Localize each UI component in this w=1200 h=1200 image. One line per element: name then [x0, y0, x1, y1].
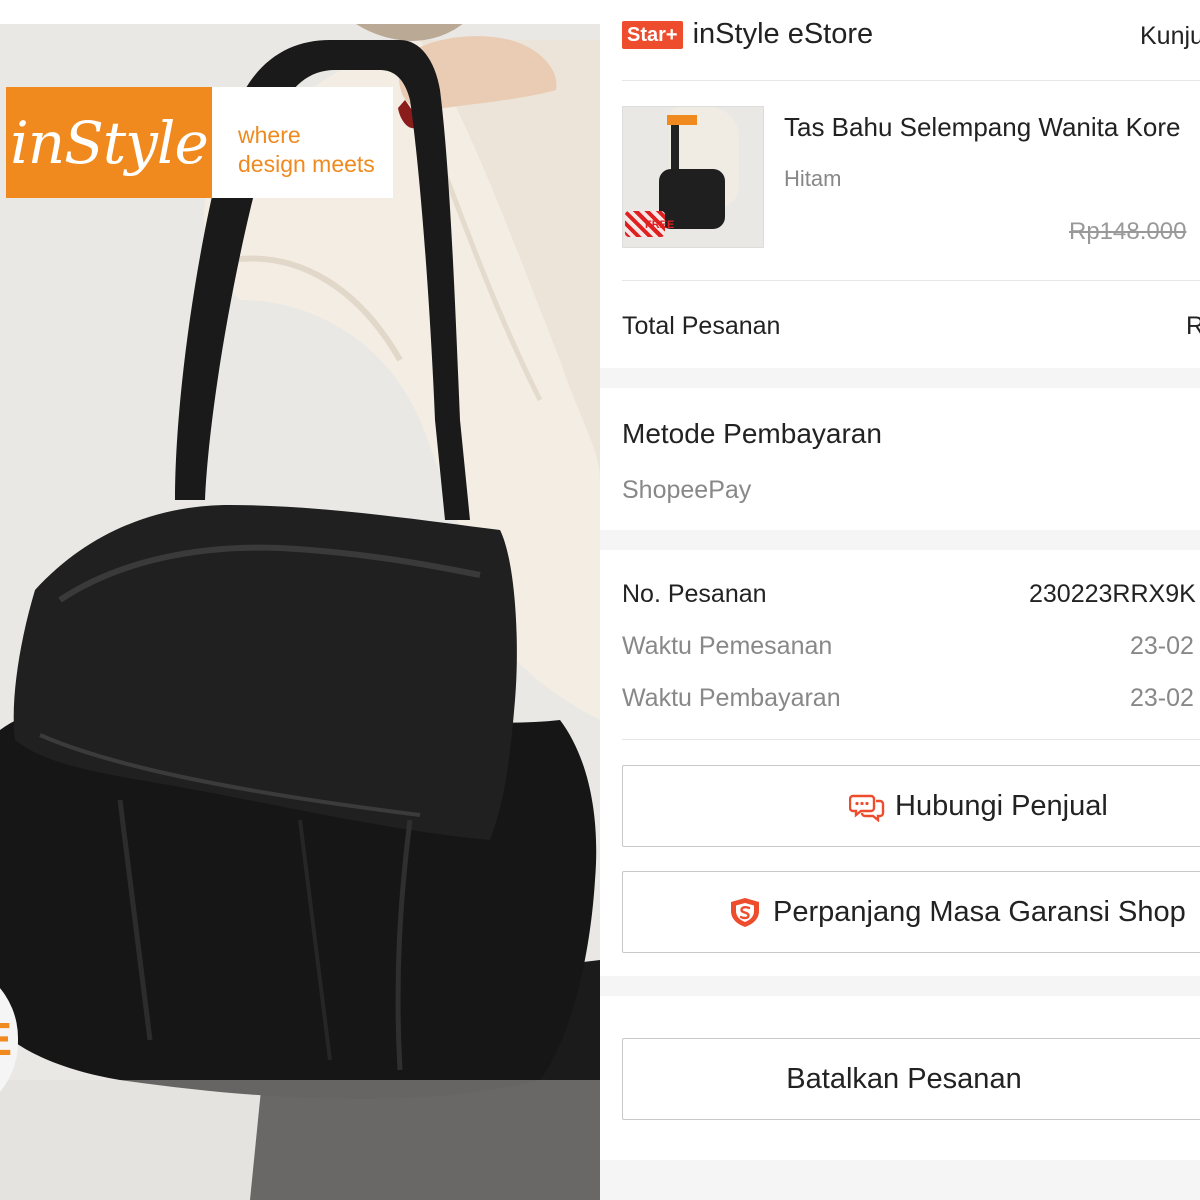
gift-text: FREE — [645, 219, 675, 231]
photo-top-strip — [0, 0, 600, 24]
payment-method-title: Metode Pembayaran — [622, 418, 882, 449]
thumb-logo — [667, 115, 697, 125]
extend-warranty-label: Perpanjang Masa Garansi Shop — [773, 895, 1186, 928]
contact-seller-label: Hubungi Penjual — [895, 789, 1108, 822]
payment-method-value: ShopeePay — [622, 476, 752, 504]
order-number-value: 230223RRX9K — [1029, 580, 1196, 608]
extend-warranty-button-content: Perpanjang Masa Garansi Shop — [727, 896, 1186, 929]
product-name[interactable]: Tas Bahu Selempang Wanita Kore — [784, 112, 1181, 143]
product-thumbnail[interactable]: FREE — [622, 106, 764, 248]
divider — [622, 280, 1200, 281]
star-plus-badge: Star+ — [622, 20, 683, 49]
divider — [622, 739, 1200, 740]
total-value: R — [1186, 312, 1200, 340]
cancel-order-button[interactable]: Batalkan Pesanan — [622, 1038, 1200, 1120]
product-variant: Hitam — [784, 166, 842, 191]
original-price: Rp148.000 — [1069, 218, 1187, 245]
brand-banner: inStyle where design meets — [6, 87, 393, 198]
shop-name[interactable]: inStyle eStore — [693, 18, 874, 51]
order-number-label: No. Pesanan — [622, 580, 767, 608]
brand-tagline-line1: where — [238, 122, 301, 148]
payment-time-label: Waktu Pembayaran — [622, 684, 841, 712]
extend-warranty-button[interactable]: Perpanjang Masa Garansi Shop — [622, 871, 1200, 953]
order-info-card: No. Pesanan 230223RRX9K Waktu Pemesanan … — [600, 550, 1200, 976]
payment-card: Metode Pembayaran ShopeePay — [600, 388, 1200, 530]
shop-card: Star+ inStyle eStore Kunju FREE Tas Bahu… — [600, 0, 1200, 368]
cancel-order-card: Batalkan Pesanan — [600, 996, 1200, 1160]
order-time-label: Waktu Pemesanan — [622, 632, 833, 660]
chat-bubbles-icon — [849, 794, 885, 822]
thumb-strap — [671, 117, 679, 177]
contact-seller-button[interactable]: Hubungi Penjual — [622, 765, 1200, 847]
contact-seller-button-content: Hubungi Penjual — [849, 790, 1108, 823]
shop-header[interactable]: Star+ inStyle eStore — [622, 18, 873, 51]
shield-icon — [731, 898, 759, 927]
total-label: Total Pesanan — [622, 312, 781, 340]
product-photo: inStyle where design meets E — [0, 0, 600, 1200]
brand-tagline-line2: design meets — [238, 151, 375, 177]
order-time-value: 23-02 — [1130, 632, 1194, 660]
gift-icon: FREE — [625, 205, 675, 245]
brand-logo: inStyle — [6, 87, 212, 198]
divider — [622, 80, 1200, 81]
brand-tagline: where design meets — [212, 87, 393, 198]
payment-time-value: 23-02 — [1130, 684, 1194, 712]
order-detail-panel: Star+ inStyle eStore Kunju FREE Tas Bahu… — [600, 0, 1200, 1200]
visit-shop-link[interactable]: Kunju — [1140, 22, 1200, 51]
promo-badge-letter: E — [0, 1012, 12, 1066]
cancel-order-label: Batalkan Pesanan — [786, 1062, 1022, 1095]
